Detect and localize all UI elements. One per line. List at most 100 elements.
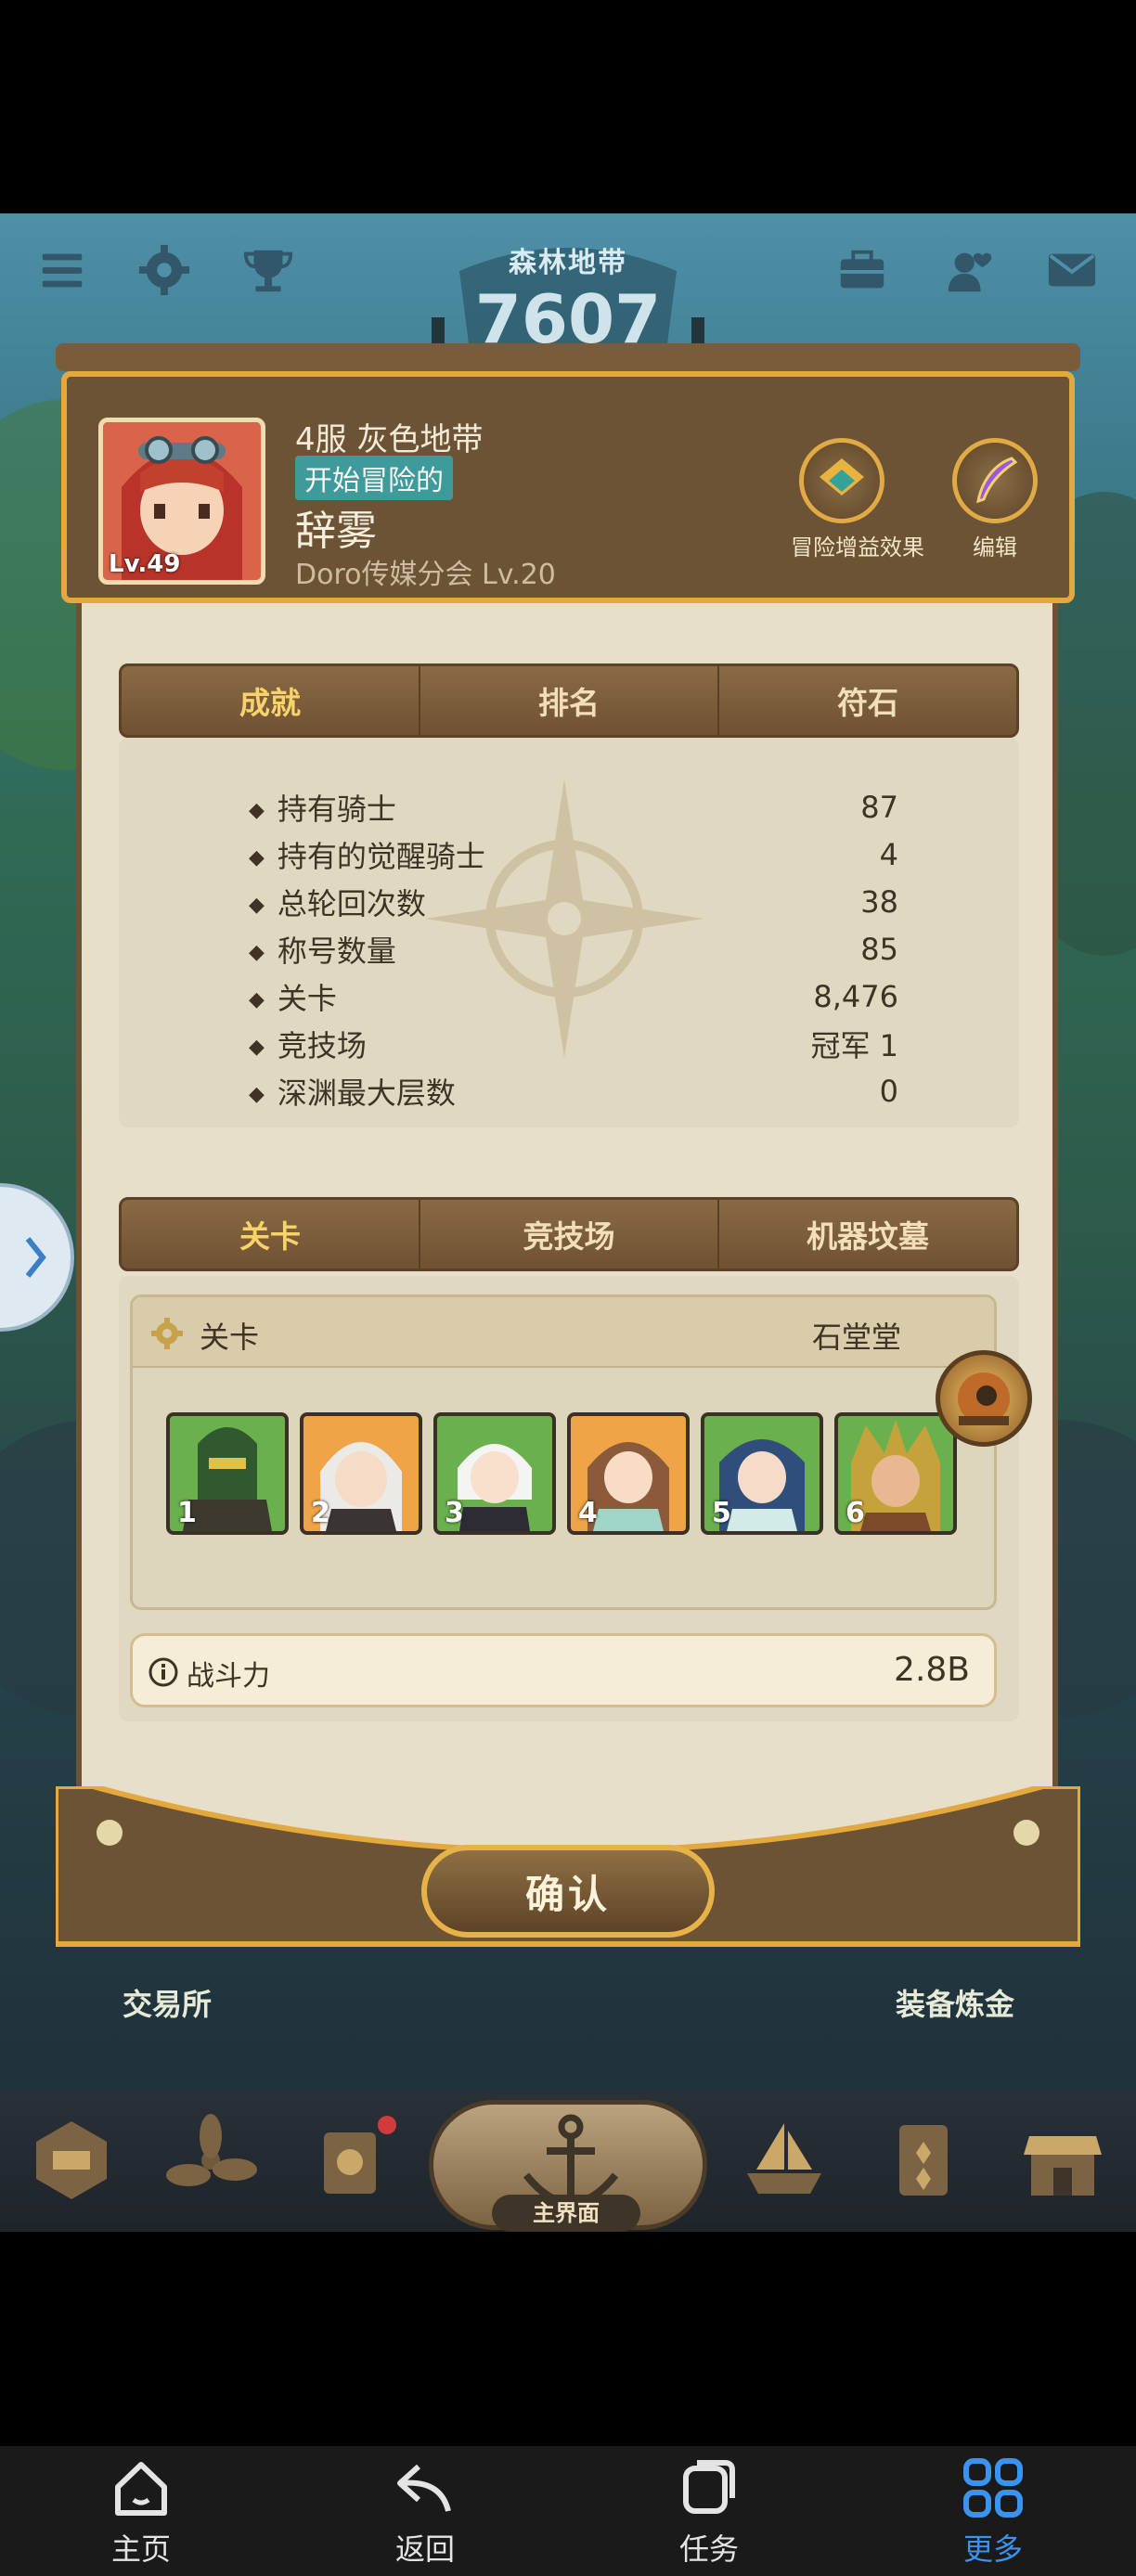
toolbox-icon[interactable] — [833, 241, 891, 299]
sys-more-label: 更多 — [962, 2531, 1023, 2567]
edit-emblem — [952, 438, 1038, 523]
system-navigation-bar: 主页 返回 任务 更多 — [0, 2446, 1136, 2576]
stat-value: 4 — [879, 837, 898, 872]
info-icon — [148, 1657, 178, 1687]
settings-gear-icon[interactable] — [136, 241, 193, 299]
stat-row: 竞技场 冠军 1 — [249, 1021, 898, 1067]
hero-slot[interactable]: 5 — [701, 1412, 823, 1535]
hero-slot[interactable]: 1 — [166, 1412, 289, 1535]
stat-name: 总轮回次数 — [249, 881, 426, 923]
stat-name: 关卡 — [249, 975, 337, 1018]
avatar[interactable]: Lv.49 — [98, 418, 265, 585]
sys-home-label: 主页 — [110, 2531, 171, 2567]
stat-name: 深渊最大层数 — [249, 1070, 456, 1113]
tab-runestone[interactable]: 符石 — [717, 666, 1016, 735]
sys-back-button[interactable]: 返回 — [360, 2455, 490, 2569]
hero-slot-number: 1 — [177, 1497, 197, 1529]
stat-row: 总轮回次数 38 — [249, 879, 898, 925]
tab-achievements[interactable]: 成就 — [122, 666, 419, 735]
main-screen-label: 主界面 — [492, 2195, 640, 2232]
nav-airship-button[interactable] — [20, 2109, 123, 2211]
menu-icon[interactable] — [33, 241, 91, 299]
tab-ranking[interactable]: 排名 — [419, 666, 717, 735]
hero-slot[interactable]: 3 — [433, 1412, 556, 1535]
server-name: 4服 灰色地带 — [295, 421, 484, 458]
player-header: Lv.49 4服 灰色地带 开始冒险的 辞雾 Doro传媒分会 Lv.20 冒险… — [61, 371, 1075, 603]
hero-slot[interactable]: 6 — [834, 1412, 957, 1535]
stat-value: 8,476 — [813, 979, 898, 1014]
stat-name: 持有的觉醒骑士 — [249, 833, 485, 876]
hero-slot[interactable]: 2 — [300, 1412, 422, 1535]
chevrons-up-icon — [820, 458, 864, 496]
confirm-button[interactable]: 确认 — [421, 1845, 715, 1938]
stat-row: 称号数量 85 — [249, 926, 898, 972]
adventure-buff-button[interactable]: 冒险增益效果 — [791, 438, 924, 561]
sys-tasks-label: 任务 — [678, 2531, 739, 2567]
home-icon — [115, 2462, 167, 2516]
sys-tasks-button[interactable]: 任务 — [644, 2455, 774, 2569]
diving-helmet-icon — [958, 1372, 1010, 1425]
edit-button[interactable]: 编辑 — [944, 438, 1046, 561]
tasks-icon — [683, 2460, 735, 2514]
stage-boss-name: 石堂堂 — [811, 1320, 901, 1355]
propeller-icon — [166, 2114, 257, 2186]
tab-stage[interactable]: 关卡 — [122, 1200, 419, 1269]
stage-boss-emblem[interactable] — [936, 1350, 1032, 1447]
stat-row: 持有的觉醒骑士 4 — [249, 831, 898, 878]
stage-label: 关卡 — [200, 1320, 260, 1355]
nav-quest-button[interactable] — [299, 2109, 401, 2211]
stat-value: 0 — [879, 1074, 898, 1109]
exchange-label[interactable]: 交易所 — [123, 1981, 212, 2024]
mail-icon[interactable] — [1043, 241, 1101, 299]
stat-row: 关卡 8,476 — [249, 973, 898, 1020]
game-screen: 森林地带 7607 Lv.49 4服 灰色地带 开始冒险的 辞雾 Doro传媒分… — [0, 213, 1136, 2232]
nav-ship-button[interactable] — [733, 2109, 835, 2211]
stat-row: 持有骑士 87 — [249, 784, 898, 831]
stage-team-box: 关卡 石堂堂 1 2 3 4 5 6 — [130, 1294, 997, 1610]
hero-slot-number: 4 — [578, 1497, 598, 1529]
shop-stall-icon — [1024, 2136, 1102, 2196]
dialog-top-rail — [56, 343, 1080, 371]
sys-home-button[interactable]: 主页 — [76, 2455, 206, 2569]
avatar-level: Lv.49 — [109, 550, 181, 578]
team-tabs: 关卡 竞技场 机器坟墓 — [119, 1197, 1019, 1271]
tab-machine-tomb[interactable]: 机器坟墓 — [717, 1200, 1016, 1269]
friends-heart-icon[interactable] — [941, 241, 999, 299]
combat-power-value: 2.8B — [894, 1651, 970, 1689]
buff-emblem — [799, 438, 884, 523]
quill-pen-icon — [976, 457, 1018, 504]
player-name: 辞雾 — [295, 508, 377, 555]
chevron-right-icon — [25, 1237, 46, 1278]
stat-name: 持有骑士 — [249, 786, 396, 829]
combat-power-label: 战斗力 — [187, 1660, 270, 1693]
stage-team-panel: 关卡 石堂堂 1 2 3 4 5 6 战斗力 2.8B — [119, 1276, 1032, 1721]
profile-tabs: 成就 排名 符石 — [119, 663, 1019, 738]
tab-arena[interactable]: 竞技场 — [419, 1200, 717, 1269]
guild-name: Doro传媒分会 Lv.20 — [295, 559, 556, 591]
sys-more-button[interactable]: 更多 — [928, 2455, 1058, 2569]
stage-header: 关卡 石堂堂 — [133, 1297, 994, 1368]
stat-value: 87 — [860, 790, 898, 825]
zone-title: 森林地带 — [509, 247, 627, 279]
trophy-icon[interactable] — [239, 241, 297, 299]
stat-name: 称号数量 — [249, 928, 396, 971]
cog-icon — [151, 1318, 183, 1349]
grid-more-icon — [963, 2458, 1023, 2518]
nav-guild-button[interactable] — [872, 2109, 975, 2211]
lantern-icon — [324, 2116, 396, 2194]
nav-shop-button[interactable] — [1012, 2109, 1114, 2211]
hero-slot[interactable]: 4 — [567, 1412, 690, 1535]
combat-power-box: 战斗力 2.8B — [130, 1633, 997, 1707]
title-badge: 开始冒险的 — [295, 456, 453, 500]
edit-label: 编辑 — [973, 535, 1017, 560]
stat-name: 竞技场 — [249, 1023, 367, 1065]
player-profile-dialog: Lv.49 4服 灰色地带 开始冒险的 辞雾 Doro传媒分会 Lv.20 冒险… — [56, 343, 1080, 1986]
nav-propeller-button[interactable] — [160, 2109, 262, 2211]
stat-value: 85 — [860, 932, 898, 967]
hero-slot-number: 6 — [846, 1497, 865, 1529]
game-bottom-nav: 主界面 — [0, 2093, 1136, 2232]
stat-value: 38 — [860, 884, 898, 920]
hero-slot-number: 2 — [311, 1497, 330, 1529]
banner-shield-icon — [899, 2125, 948, 2196]
equipment-smelt-label[interactable]: 装备炼金 — [896, 1981, 1014, 2024]
